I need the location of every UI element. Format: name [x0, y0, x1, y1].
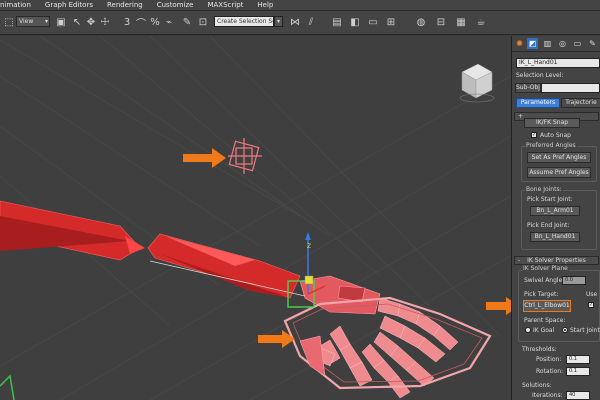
grid-axis-green	[0, 374, 15, 400]
iterations-spinner[interactable]: 40	[566, 391, 590, 400]
pick-start-joint-label: Pick Start Joint:	[527, 196, 573, 203]
bone-joints-title: Bone Joints:	[525, 186, 563, 193]
manipulate-icon[interactable]: ☩	[98, 15, 112, 29]
svg-text:Z: Z	[307, 243, 311, 250]
sub-object-button[interactable]: Sub-Object	[515, 83, 541, 93]
solutions-label: Solutions:	[522, 382, 552, 389]
use-label: Use	[586, 291, 598, 298]
thresholds-label: Thresholds:	[522, 346, 557, 353]
angle-snap-icon[interactable]: ⌒	[134, 15, 148, 30]
bone-upper-arm	[0, 200, 145, 261]
ik-solver-properties-label: IK Solver Properties	[527, 257, 586, 264]
pick-target-button[interactable]: Ctrl_L_Elbow01	[523, 300, 571, 312]
snap-3d-icon[interactable]: 3	[120, 15, 134, 29]
rotation-threshold-spinner[interactable]: 0.1	[566, 367, 590, 376]
named-selection-set-input[interactable]: Create Selection Se	[214, 16, 274, 27]
auto-snap-checkbox[interactable]: ✓	[531, 132, 537, 138]
swivel-angle-label: Swivel Angle:	[524, 277, 565, 284]
preferred-angles-title: Preferred Angles	[525, 142, 577, 149]
parent-space-label: Parent Space:	[524, 317, 566, 324]
material-editor-icon[interactable]: ◍	[414, 15, 428, 29]
layer-manager-icon[interactable]: ▤	[330, 15, 344, 29]
swivel-angle-spinner[interactable]: 0.0	[562, 276, 586, 285]
edit-named-sel-icon[interactable]: ⊡	[196, 15, 210, 29]
move-icon[interactable]: ✥	[84, 15, 98, 29]
schematic-view-icon[interactable]: ⊞	[384, 15, 398, 29]
ik-solver-plane-title: IK Solver Plane	[522, 265, 569, 272]
menu-animation[interactable]: nimation	[0, 0, 39, 11]
reference-coordinate-select[interactable]: View	[16, 16, 50, 27]
menu-rendering[interactable]: Rendering	[101, 0, 151, 11]
menu-help[interactable]: Help	[251, 0, 281, 11]
hierarchy-tab-icon[interactable]: ▥	[542, 38, 553, 49]
position-threshold-spinner[interactable]: 0.1	[566, 355, 590, 364]
ik-solver-properties-rollout[interactable]: - IK Solver Properties	[514, 256, 599, 265]
position-threshold-label: Position:	[536, 356, 562, 363]
iterations-label: Iterations:	[532, 392, 563, 399]
command-panel-tabs: ✺ ◩ ▥ ◎ ▭ ✎	[512, 36, 600, 52]
motion-tab-icon[interactable]: ◎	[557, 38, 568, 49]
command-panel: ✺ ◩ ▥ ◎ ▭ ✎ IK_L_Hand01 Selection Level:…	[511, 36, 600, 400]
menu-bar: nimation Graph Editors Rendering Customi…	[0, 0, 600, 11]
tab-trajectories[interactable]: Trajectorie	[561, 98, 600, 108]
create-tab-icon[interactable]: ✺	[514, 38, 525, 49]
main-toolbar: ⬚ View ▣ ↖ ✥ ☩ 3 ⌒ % ⌁ ✎ ⊡ Create Select…	[0, 11, 600, 35]
render-teapot-icon[interactable]: ☕	[474, 15, 488, 29]
rotation-threshold-label: Rotation:	[536, 368, 564, 375]
auto-snap-label: Auto Snap	[540, 132, 571, 139]
chevron-down-icon[interactable]: ▾	[274, 16, 283, 27]
select-link-icon[interactable]: ↖	[70, 15, 84, 29]
graphite-icon[interactable]: ◧	[348, 15, 362, 29]
set-as-pref-angles-button[interactable]: Set As Pref Angles	[527, 152, 591, 163]
ik-goal-label: IK Goal	[533, 327, 555, 334]
pick-target-label: Pick Target:	[524, 291, 559, 298]
utilities-tab-icon[interactable]: ✎	[587, 38, 598, 49]
display-tab-icon[interactable]: ▭	[572, 38, 583, 49]
named-selection-edit-icon[interactable]: ✎	[180, 15, 194, 29]
pick-end-joint-button[interactable]: Bn_L_Hand01	[530, 232, 580, 242]
tab-parameters[interactable]: Parameters	[516, 98, 560, 108]
align-icon[interactable]: ⫽	[304, 15, 318, 29]
use-target-checkbox[interactable]: ✓	[588, 302, 594, 308]
selection-level-label: Selection Level:	[516, 72, 564, 79]
menu-graph-editors[interactable]: Graph Editors	[39, 0, 101, 11]
start-joint-label: Start Joint	[570, 327, 600, 334]
menu-maxscript[interactable]: MAXScript	[201, 0, 251, 11]
ik-goal-radio[interactable]	[525, 327, 531, 333]
percent-snap-icon[interactable]: %	[148, 15, 162, 29]
start-joint-radio[interactable]	[562, 327, 568, 333]
perspective-viewport[interactable]: Z	[0, 36, 511, 400]
pivot-icon[interactable]: ▣	[54, 15, 68, 29]
menu-customize[interactable]: Customize	[151, 0, 202, 11]
pick-end-joint-label: Pick End Joint:	[527, 222, 570, 229]
mirror-icon[interactable]: ⋈	[288, 15, 302, 29]
curve-editor-icon[interactable]: ▭	[366, 15, 380, 29]
viewport-scene: Z	[0, 36, 511, 400]
render-frame-icon[interactable]: ▦	[454, 15, 468, 29]
assume-pref-angles-button[interactable]: Assume Pref Angles	[527, 167, 591, 178]
render-setup-icon[interactable]: ⊟	[434, 15, 448, 29]
select-icon[interactable]: ⬚	[2, 15, 16, 29]
modify-tab-icon[interactable]: ◩	[527, 38, 538, 49]
elbow-control-gizmo	[228, 138, 262, 174]
ik-fk-snap-button[interactable]: IK/FK Snap	[524, 118, 580, 128]
view-cube	[459, 63, 495, 103]
object-name-field[interactable]: IK_L_Hand01	[516, 58, 600, 68]
pick-start-joint-button[interactable]: Bn_L_Arm01	[530, 206, 580, 216]
spinner-snap-icon[interactable]: ⌁	[162, 15, 176, 29]
sub-object-input[interactable]	[541, 83, 600, 93]
